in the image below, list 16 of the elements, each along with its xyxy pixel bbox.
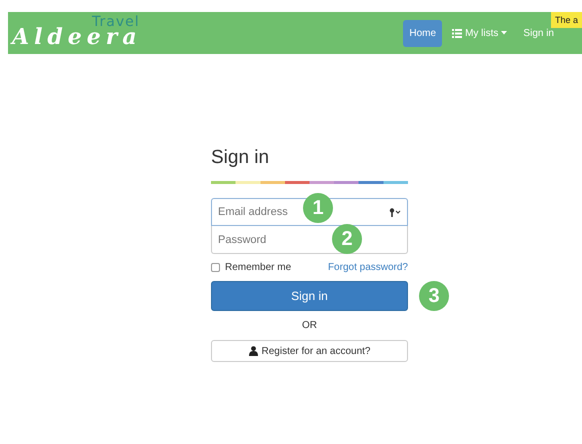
key-icon — [389, 208, 401, 217]
remember-label: Remember me — [225, 262, 292, 273]
logo[interactable]: Travel Aldeera — [8, 14, 172, 52]
list-icon — [452, 28, 462, 38]
checkbox[interactable] — [211, 263, 220, 272]
user-icon — [248, 346, 258, 356]
separator-text: OR — [301, 320, 318, 331]
caret-icon — [501, 31, 508, 35]
form-title: Sign in — [211, 147, 270, 169]
tooltip: The a — [550, 12, 582, 28]
forgot-password-link[interactable]: Forgot password? — [328, 262, 408, 273]
step-number: 3 — [419, 281, 449, 311]
sign-in-button[interactable]: Sign in — [211, 281, 408, 311]
nav-link[interactable]: Home — [403, 20, 442, 46]
register-button[interactable]: Register for an account? — [211, 340, 408, 362]
nav-link[interactable]: My lists — [446, 20, 514, 46]
